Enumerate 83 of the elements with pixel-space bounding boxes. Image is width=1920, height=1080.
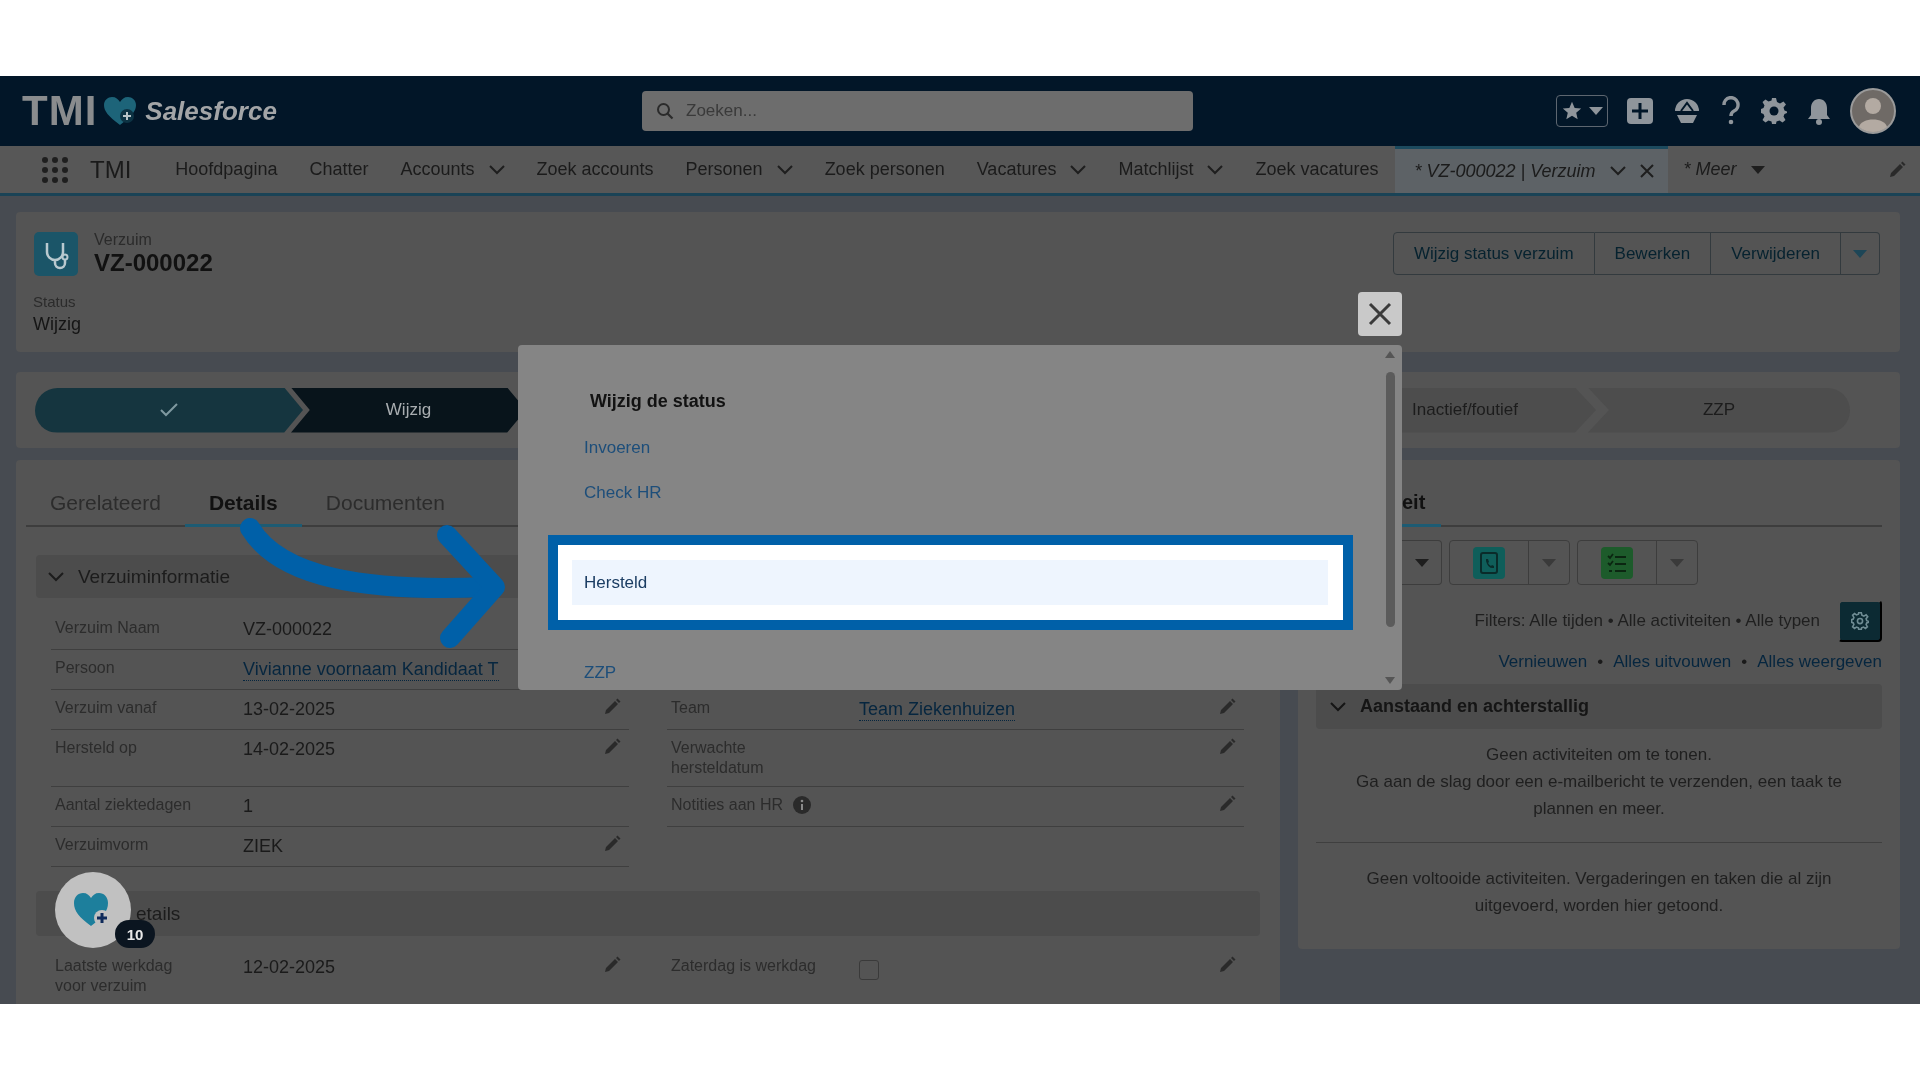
pencil-icon[interactable] [1218, 698, 1236, 716]
star-icon [1561, 100, 1583, 122]
caret-icon[interactable] [1589, 107, 1603, 115]
logo-text: Salesforce [145, 95, 277, 127]
field-value: ZIEK [243, 835, 283, 857]
nav-tab[interactable]: * VZ-000022 | Verzuim [1394, 146, 1668, 193]
chevron-down-icon[interactable] [488, 164, 505, 175]
chevron-down-icon[interactable] [48, 571, 64, 582]
chevron-down-icon[interactable] [776, 164, 793, 175]
field-value: 12-02-2025 [243, 956, 336, 978]
add-icon[interactable] [1626, 97, 1654, 125]
split-button[interactable] [1577, 540, 1698, 585]
app-name: TMI [90, 155, 132, 184]
modal-title: Wijzig de status [590, 390, 727, 413]
action-button[interactable]: Bewerken [1594, 232, 1712, 275]
close-button[interactable] [1358, 292, 1402, 336]
field-value: 14-02-2025 [243, 738, 336, 760]
mountain-icon[interactable] [1672, 97, 1702, 125]
close-icon [1368, 302, 1392, 326]
section-header[interactable]: Aanstaand en achterstallig [1316, 684, 1882, 729]
more-actions-button[interactable] [1841, 232, 1880, 275]
settings-icon [1851, 612, 1869, 630]
link[interactable]: Alles uitvouwen [1613, 652, 1732, 672]
stethoscope-icon [34, 231, 78, 276]
avatar-icon[interactable] [1850, 88, 1896, 134]
field-value: VZ-000022 [243, 618, 333, 640]
pencil-icon[interactable] [1218, 956, 1236, 974]
split-button[interactable] [1449, 540, 1570, 585]
checkbox[interactable] [859, 960, 879, 980]
call-icon[interactable] [1473, 546, 1505, 579]
nav-tab[interactable]: Accounts [384, 146, 521, 193]
field-value: 13-02-2025 [243, 698, 336, 720]
notification-icon[interactable] [1806, 97, 1832, 125]
pencil-icon[interactable] [1218, 738, 1236, 756]
app-launcher-icon[interactable] [42, 156, 68, 183]
status-option[interactable]: Hersteld [572, 560, 1328, 605]
nav-tab[interactable]: Matchlijst [1102, 146, 1240, 193]
count-badge: 10 [115, 920, 155, 948]
pencil-icon[interactable] [603, 738, 621, 756]
pencil-icon[interactable] [1888, 160, 1906, 179]
nav-tab[interactable]: Personen [669, 146, 809, 193]
favorites-button[interactable] [1556, 95, 1608, 127]
pencil-icon[interactable] [603, 698, 621, 716]
nav-tab[interactable]: Zoek accounts [520, 146, 670, 193]
link[interactable]: Alles weergeven [1757, 652, 1882, 672]
tab[interactable]: Details [184, 481, 302, 527]
link[interactable]: Vernieuwen [1498, 652, 1588, 672]
chevron-down-icon[interactable] [1330, 701, 1346, 712]
separator: • [1597, 652, 1604, 672]
path-stage[interactable] [35, 387, 303, 433]
section-title: Aanstaand en achterstallig [1360, 696, 1590, 717]
close-icon[interactable] [1639, 164, 1654, 178]
pencil-icon[interactable] [603, 956, 621, 974]
heart-logo-icon [103, 96, 138, 126]
chevron-down-icon[interactable] [1207, 164, 1224, 175]
chevron-down-icon[interactable] [1070, 164, 1087, 175]
scrollbar[interactable] [1384, 351, 1396, 684]
chevron-down-icon[interactable] [1609, 166, 1626, 176]
nav-tab[interactable]: Chatter [293, 146, 385, 193]
field-link[interactable]: Team Ziekenhuizen [859, 698, 1016, 721]
nav-tab[interactable]: Zoek vacatures [1239, 146, 1395, 193]
search-icon [656, 102, 674, 120]
field-value: Wijzig [33, 314, 82, 335]
pencil-icon[interactable] [603, 835, 621, 853]
nav-tab[interactable]: * Meer [1667, 146, 1781, 193]
logo-text: TMI [22, 87, 98, 135]
record-title: VZ-000022 [94, 248, 213, 277]
nav-tab[interactable]: Hoofdpagina [159, 146, 294, 193]
help-icon[interactable] [1720, 96, 1742, 126]
action-button[interactable]: Wijzig status verzuim [1392, 232, 1595, 275]
field-value: 1 [243, 795, 253, 817]
status-option[interactable]: Invoeren [572, 425, 1328, 470]
pencil-icon[interactable] [1218, 795, 1236, 813]
check-icon [160, 403, 178, 417]
nav-tab[interactable]: Vacatures [960, 146, 1103, 193]
field-link[interactable]: Vivianne voornaam Kandidaat T [243, 658, 499, 681]
nav-tab[interactable]: Zoek personen [808, 146, 961, 193]
settings-button[interactable] [1838, 600, 1882, 642]
settings-icon[interactable] [1760, 97, 1788, 125]
task-icon[interactable] [1601, 546, 1633, 579]
action-button[interactable]: Verwijderen [1711, 232, 1841, 275]
separator: • [1741, 652, 1748, 672]
status-option[interactable]: Check HR [572, 470, 1328, 515]
